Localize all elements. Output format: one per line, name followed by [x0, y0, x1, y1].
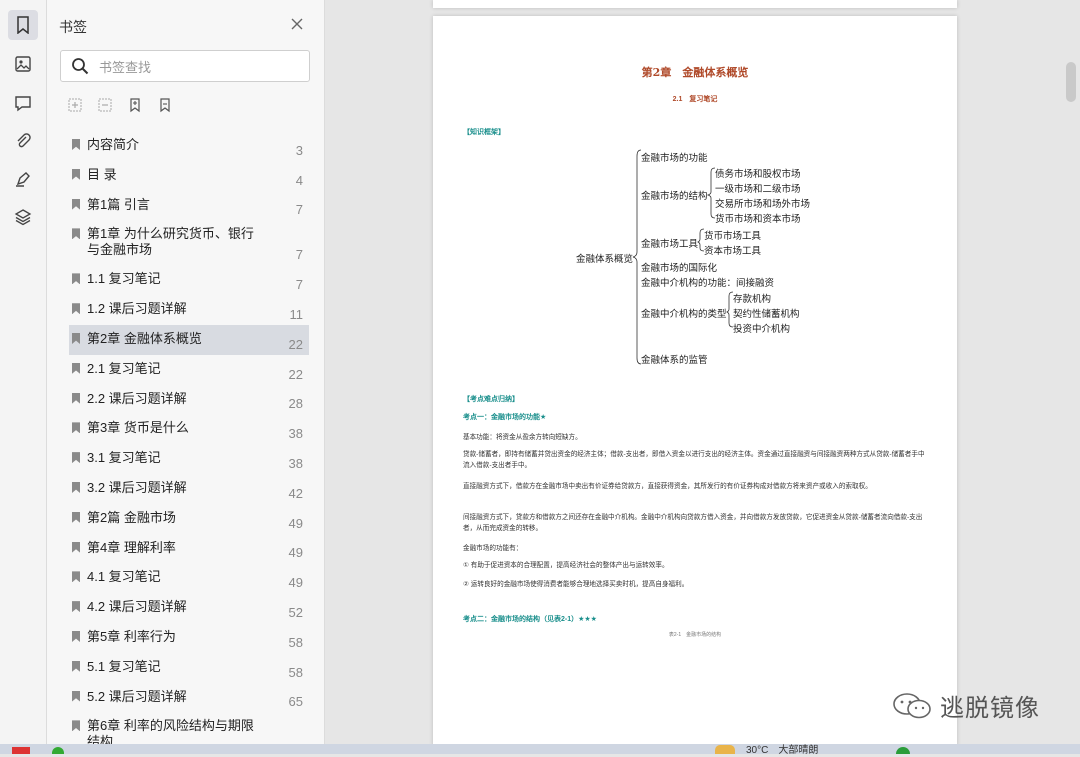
search-icon	[71, 57, 89, 80]
mindmap-node: 货币市场和资本市场	[715, 214, 801, 225]
wechat-icon	[893, 692, 931, 718]
bookmark-icon	[72, 273, 80, 285]
mindmap-node: 投资中介机构	[733, 324, 791, 335]
weather-text: 30°C 大部晴朗	[746, 745, 819, 755]
bookmark-item-selected[interactable]: 第2章 金融体系概览 22	[69, 324, 309, 355]
taskbar: 30°C 大部晴朗	[0, 744, 1080, 754]
bookmark-icon	[72, 332, 80, 344]
paragraph: 贷款-储蓄者，即持有储蓄并贷出资金的经济主体；借款-支出者，即借入资金以进行支出…	[463, 451, 925, 469]
bookmark-icon	[72, 601, 80, 613]
mindmap-root: 金融体系概览	[576, 254, 634, 265]
thumbnail-icon[interactable]	[8, 49, 38, 79]
bookmark-item[interactable]: 4.2 课后习题详解 52	[69, 593, 309, 623]
browser-icon[interactable]	[52, 747, 64, 754]
bookmark-item[interactable]: 4.1 复习笔记 49	[69, 563, 309, 593]
bookmark-item[interactable]: 1.2 课后习题详解 11	[69, 295, 309, 325]
bookmark-icon	[72, 362, 80, 374]
points-label: 【考点难点归纳】	[463, 396, 519, 403]
bookmark-icon	[72, 139, 80, 150]
bookmark-icon	[72, 392, 80, 404]
tray-icon[interactable]	[896, 747, 910, 754]
panel-title: 书签	[59, 19, 87, 35]
app-icon[interactable]	[12, 747, 30, 754]
bookmark-icon	[72, 481, 80, 493]
bookmark-item[interactable]: 第5章 利率行为 58	[69, 623, 309, 653]
close-icon[interactable]	[289, 16, 305, 32]
key-point-1: 考点一：金融市场的功能★	[463, 414, 547, 421]
bookmark-item[interactable]: 第1篇 引言 7	[69, 191, 309, 221]
mindmap-node: 金融体系的监管	[641, 355, 708, 366]
bookmark-icon	[72, 571, 80, 583]
mindmap-node: 一级市场和二级市场	[715, 184, 801, 195]
bookmark-item[interactable]: 3.2 课后习题详解 42	[69, 474, 309, 504]
mindmap-node: 金融中介机构的类型	[641, 309, 727, 320]
add-bookmark-icon[interactable]	[127, 97, 143, 113]
bookmark-search-box[interactable]	[60, 50, 310, 82]
bookmark-item[interactable]: 第1章 为什么研究货币、银行与金融市场 7	[69, 220, 309, 265]
bookmark-item[interactable]: 3.1 复习笔记 38	[69, 444, 309, 474]
mindmap-node: 金融市场的功能	[641, 153, 708, 164]
watermark-text: 逃脱镜像	[940, 694, 1040, 722]
table-caption: 表2-1 金融市场的结构	[668, 632, 722, 638]
signature-pen-icon[interactable]	[8, 164, 38, 194]
bookmark-item[interactable]: 内容简介 3	[69, 131, 309, 161]
key-point-2: 考点二：金融市场的结构（见表2-1）★★★	[463, 616, 597, 623]
layers-icon[interactable]	[8, 202, 38, 232]
document-page: 第2章 金融体系概览 2.1 复习笔记 【知识框架】 金融体系概览 金融市场的功…	[433, 16, 957, 746]
bookmark-icon	[72, 228, 80, 240]
mindmap-node: 货币市场工具	[704, 231, 762, 242]
bookmark-search-input[interactable]	[97, 56, 301, 78]
bookmark-icon	[72, 541, 80, 553]
attachment-icon[interactable]	[8, 126, 38, 156]
mindmap-node: 交易所市场和场外市场	[715, 199, 811, 210]
bookmark-item[interactable]: 2.2 课后习题详解 28	[69, 385, 309, 415]
bookmark-toolbar	[67, 97, 173, 113]
bookmark-item[interactable]: 1.1 复习笔记 7	[69, 265, 309, 295]
paragraph: 基本功能：将资金从盈余方转向短缺方。	[463, 434, 582, 441]
paragraph: ② 运转良好的金融市场使得消费者能够合理地选择买卖时机，提高自身福利。	[463, 581, 689, 588]
paragraph: 金融市场的功能有：	[463, 545, 523, 552]
comment-icon[interactable]	[8, 88, 38, 118]
bookmark-panel-icon[interactable]	[8, 10, 38, 40]
paragraph: 直接融资方式下，借款方在金融市场中卖出有价证券给贷款方，直接获得资金，其所发行的…	[463, 483, 872, 490]
tool-icon-bar	[0, 0, 47, 754]
mindmap-node: 金融市场的国际化	[641, 263, 718, 274]
remove-bookmark-icon[interactable]	[157, 97, 173, 113]
bookmark-icon	[72, 422, 80, 434]
bookmark-item[interactable]: 2.1 复习笔记 22	[69, 355, 309, 385]
bookmark-item[interactable]: 第2篇 金融市场 49	[69, 504, 309, 534]
mindmap-node: 金融中介机构的功能：间接融资	[641, 278, 775, 289]
bookmark-icon	[72, 198, 80, 210]
bookmark-icon	[72, 720, 80, 732]
mindmap-node: 债务市场和股权市场	[715, 169, 801, 180]
mindmap-node: 契约性储蓄机构	[733, 309, 800, 320]
bookmark-item[interactable]: 目 录4	[69, 161, 309, 191]
bookmark-item[interactable]: 第4章 理解利率 49	[69, 534, 309, 564]
bookmark-icon	[72, 630, 80, 642]
bookmark-item[interactable]: 第3章 货币是什么 38	[69, 414, 309, 444]
bookmark-icon	[72, 452, 80, 464]
bookmark-item[interactable]: 5.1 复习笔记 58	[69, 653, 309, 683]
bookmark-panel: 书签 内容简介3 目 录4 第1篇 引言7 第1章 为什么研究货币、银行与金融市…	[47, 0, 368, 757]
mindmap-node: 金融市场的结构	[641, 191, 708, 202]
paragraph: 间接融资方式下，贷款方和借款方之间还存在金融中介机构。金融中介机构向贷款方借入资…	[463, 514, 923, 532]
mindmap-node: 资本市场工具	[704, 246, 762, 257]
mindmap-node: 金融市场工具	[641, 239, 699, 250]
document-scrollbar[interactable]	[1066, 62, 1076, 102]
weather-icon	[715, 745, 735, 754]
expand-all-icon[interactable]	[67, 97, 83, 113]
bookmark-list: 内容简介 3 目 录4 第1篇 引言 7 第1章 为什么研究货币、银行与金融市场 7 …	[69, 131, 309, 757]
bookmark-icon	[72, 511, 80, 523]
bookmark-icon	[72, 690, 80, 702]
mindmap-node: 存款机构	[733, 294, 772, 305]
collapse-all-icon[interactable]	[97, 97, 113, 113]
bookmark-icon	[72, 660, 80, 672]
previous-page-edge	[433, 0, 957, 8]
bookmark-icon	[72, 303, 80, 315]
watermark: 逃脱镜像	[892, 688, 1040, 723]
paragraph: ① 有助于促进资本的合理配置，提高经济社会的整体产出与运转效率。	[463, 562, 669, 569]
bookmark-icon	[72, 168, 80, 180]
bookmark-item[interactable]: 5.2 课后习题详解 65	[69, 683, 309, 713]
